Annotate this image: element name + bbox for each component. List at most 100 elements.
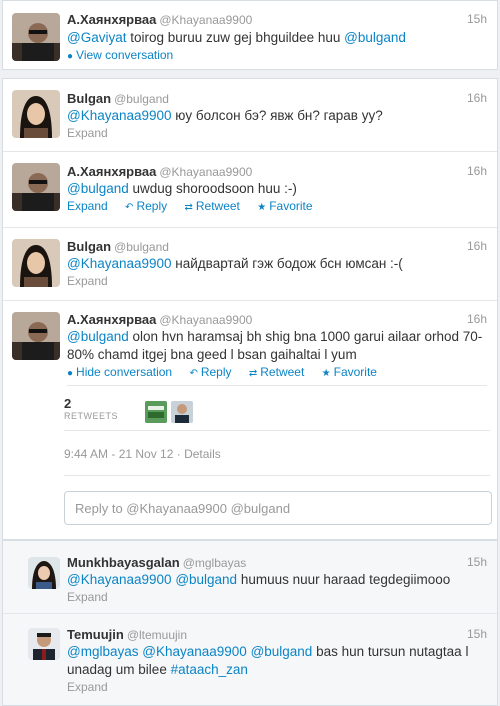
view-conversation-label: View conversation — [76, 48, 174, 62]
author-handle[interactable]: @Khayanaa9900 — [159, 13, 252, 27]
retweet-icon: ⇄ — [248, 368, 258, 379]
reply-label: Reply — [136, 199, 168, 213]
speech-bubble-icon: ● — [67, 51, 74, 62]
mention-link[interactable]: @Khayanaa9900 — [142, 644, 247, 659]
retweet-count: 2 — [64, 396, 72, 411]
tweet-4[interactable]: Bulgan @bulgand 16h @Khayanaa9900 найдвар… — [3, 228, 497, 300]
speech-bubble-icon: ● — [67, 368, 74, 379]
mention-link[interactable]: @Khayanaa9900 — [67, 256, 172, 271]
reply-arrow-icon: ↶ — [125, 202, 134, 213]
tweet-text-body: найдвартай гэж бодож бсн юмсан :-( — [171, 256, 403, 271]
tweet-3[interactable]: А.Хаянхярваа @Khayanaa9900 16h @bulgand u… — [3, 152, 497, 228]
details-link[interactable]: Details — [184, 447, 221, 461]
retweet-label: Retweet — [260, 365, 305, 379]
mention-link[interactable]: @bulgand — [67, 329, 129, 344]
tweet-time[interactable]: 16h — [467, 312, 487, 326]
tweet-timestamp[interactable]: 9:44 AM - 21 Nov 12 — [64, 447, 173, 461]
author-name[interactable]: Munkhbayasgalan — [67, 555, 180, 570]
favorite-label: Favorite — [269, 199, 313, 213]
reply-arrow-icon: ↶ — [189, 368, 198, 379]
avatar-bulgan[interactable] — [12, 239, 60, 287]
mention-link[interactable]: @Khayanaa9900 — [67, 572, 172, 587]
tweet-time[interactable]: 15h — [467, 627, 487, 641]
tweet-text: @Khayanaa9900 юу болсон бэ? явж бн? гара… — [67, 107, 487, 125]
mention-link[interactable]: @bulgand — [251, 644, 313, 659]
avatar-khayanaa[interactable] — [12, 13, 60, 61]
tweet-text-body: humuus nuur haraad tegdegiimooo — [237, 572, 451, 587]
retweet-stats[interactable]: 2 RETWEETS — [64, 396, 154, 421]
expand-link[interactable]: Expand — [67, 199, 108, 213]
author-handle[interactable]: @Khayanaa9900 — [159, 165, 252, 179]
favorite-button[interactable]: ★ Favorite — [257, 199, 312, 213]
reply-button[interactable]: ↶ Reply — [125, 199, 167, 213]
tweet-card-1[interactable]: А.Хаянхярваа @Khayanaa9900 15h @Gaviyat t… — [2, 0, 498, 70]
conversation-card: Bulgan @bulgand 16h @Khayanaa9900 юу болс… — [2, 78, 498, 540]
tweet-time[interactable]: 15h — [467, 555, 487, 569]
tweet-text: @Khayanaa9900 @bulgand humuus nuur haraa… — [67, 571, 487, 589]
tweet-text-body: юу болсон бэ? явж бн? гарав уу? — [171, 108, 383, 123]
retweeter-avatar[interactable] — [171, 401, 193, 423]
reply-input[interactable]: Reply to @Khayanaa9900 @bulgand — [64, 491, 492, 525]
mention-link[interactable]: @mglbayas — [67, 644, 138, 659]
retweeter-avatar[interactable] — [145, 401, 167, 423]
retweet-icon: ⇄ — [184, 202, 193, 213]
tweet-2[interactable]: Bulgan @bulgand 16h @Khayanaa9900 юу болс… — [3, 79, 497, 151]
divider — [64, 430, 490, 431]
retweet-button[interactable]: ⇄ Retweet — [249, 365, 304, 379]
author-handle[interactable]: @bulgand — [114, 240, 169, 254]
author-name[interactable]: Bulgan — [67, 91, 111, 106]
divider — [67, 385, 487, 386]
author-name[interactable]: А.Хаянхярваа — [67, 12, 156, 27]
reply-button[interactable]: ↶ Reply — [189, 365, 231, 379]
tweet-text: @bulgand olon hvn haramsaj bh shig bna 1… — [67, 328, 487, 364]
tweet-time[interactable]: 16h — [467, 91, 487, 105]
tweet-time[interactable]: 15h — [467, 12, 487, 26]
tweet-text: @Gaviyat toirog buruu zuw gej bhguildee … — [67, 29, 487, 47]
reply-tweet-2[interactable]: Temuujin @ltemuujin 15h @mglbayas @Khayan… — [3, 614, 497, 706]
reply-label: Reply — [200, 365, 232, 379]
hide-conversation-link[interactable]: ● Hide conversation — [67, 365, 172, 379]
author-handle[interactable]: @ltemuujin — [127, 628, 187, 642]
author-name[interactable]: Temuujin — [67, 627, 124, 642]
expand-link[interactable]: Expand — [67, 274, 108, 288]
author-name[interactable]: Bulgan — [67, 239, 111, 254]
author-name[interactable]: А.Хаянхярваа — [67, 164, 156, 179]
author-name[interactable]: А.Хаянхярваа — [67, 312, 156, 327]
avatar-temuujin[interactable] — [28, 628, 60, 660]
avatar-bulgan[interactable] — [12, 90, 60, 138]
expand-link[interactable]: Expand — [67, 680, 108, 694]
expand-link[interactable]: Expand — [67, 126, 108, 140]
expand-link[interactable]: Expand — [67, 590, 108, 604]
favorite-button[interactable]: ★ Favorite — [322, 365, 377, 379]
view-conversation-link[interactable]: ● View conversation — [67, 48, 173, 62]
mention-link[interactable]: @bulgand — [344, 30, 406, 45]
retweet-button[interactable]: ⇄ Retweet — [184, 199, 239, 213]
author-handle[interactable]: @mglbayas — [183, 556, 247, 570]
author-handle[interactable]: @Khayanaa9900 — [159, 313, 252, 327]
avatar-khayanaa[interactable] — [12, 163, 60, 211]
tweet-text-body: uwdug shoroodsoon huu :-) — [128, 181, 297, 196]
hashtag-link[interactable]: #ataach_zan — [171, 662, 248, 677]
tweet-text-body: olon hvn haramsaj bh shig bna 1000 garui… — [67, 329, 483, 362]
replies-card: Munkhbayasgalan @mglbayas 15h @Khayanaa99… — [2, 540, 498, 706]
mention-link[interactable]: @bulgand — [175, 572, 237, 587]
author-handle[interactable]: @bulgand — [114, 92, 169, 106]
avatar-munkhbayasgalan[interactable] — [28, 557, 60, 589]
avatar-khayanaa[interactable] — [12, 312, 60, 360]
tweet-text: @mglbayas @Khayanaa9900 @bulgand bas hun… — [67, 643, 487, 679]
retweet-label: Retweet — [195, 199, 240, 213]
tweet-text-body: toirog buruu zuw gej bhguildee huu — [126, 30, 345, 45]
mention-link[interactable]: @bulgand — [67, 181, 129, 196]
favorite-label: Favorite — [333, 365, 377, 379]
mention-link[interactable]: @Gaviyat — [67, 30, 126, 45]
star-icon: ★ — [321, 368, 331, 379]
reply-tweet-1[interactable]: Munkhbayasgalan @mglbayas 15h @Khayanaa99… — [3, 541, 497, 613]
tweet-timestamp-row: 9:44 AM - 21 Nov 12 · Details — [64, 447, 221, 461]
mention-link[interactable]: @Khayanaa9900 — [67, 108, 172, 123]
hide-conversation-label: Hide conversation — [76, 365, 173, 379]
tweet-time[interactable]: 16h — [467, 164, 487, 178]
retweet-label-caps: RETWEETS — [64, 411, 119, 421]
tweet-text: @bulgand uwdug shoroodsoon huu :-) — [67, 180, 487, 198]
tweet-time[interactable]: 16h — [467, 239, 487, 253]
tweet-text: @Khayanaa9900 найдвартай гэж бодож бсн ю… — [67, 255, 487, 273]
